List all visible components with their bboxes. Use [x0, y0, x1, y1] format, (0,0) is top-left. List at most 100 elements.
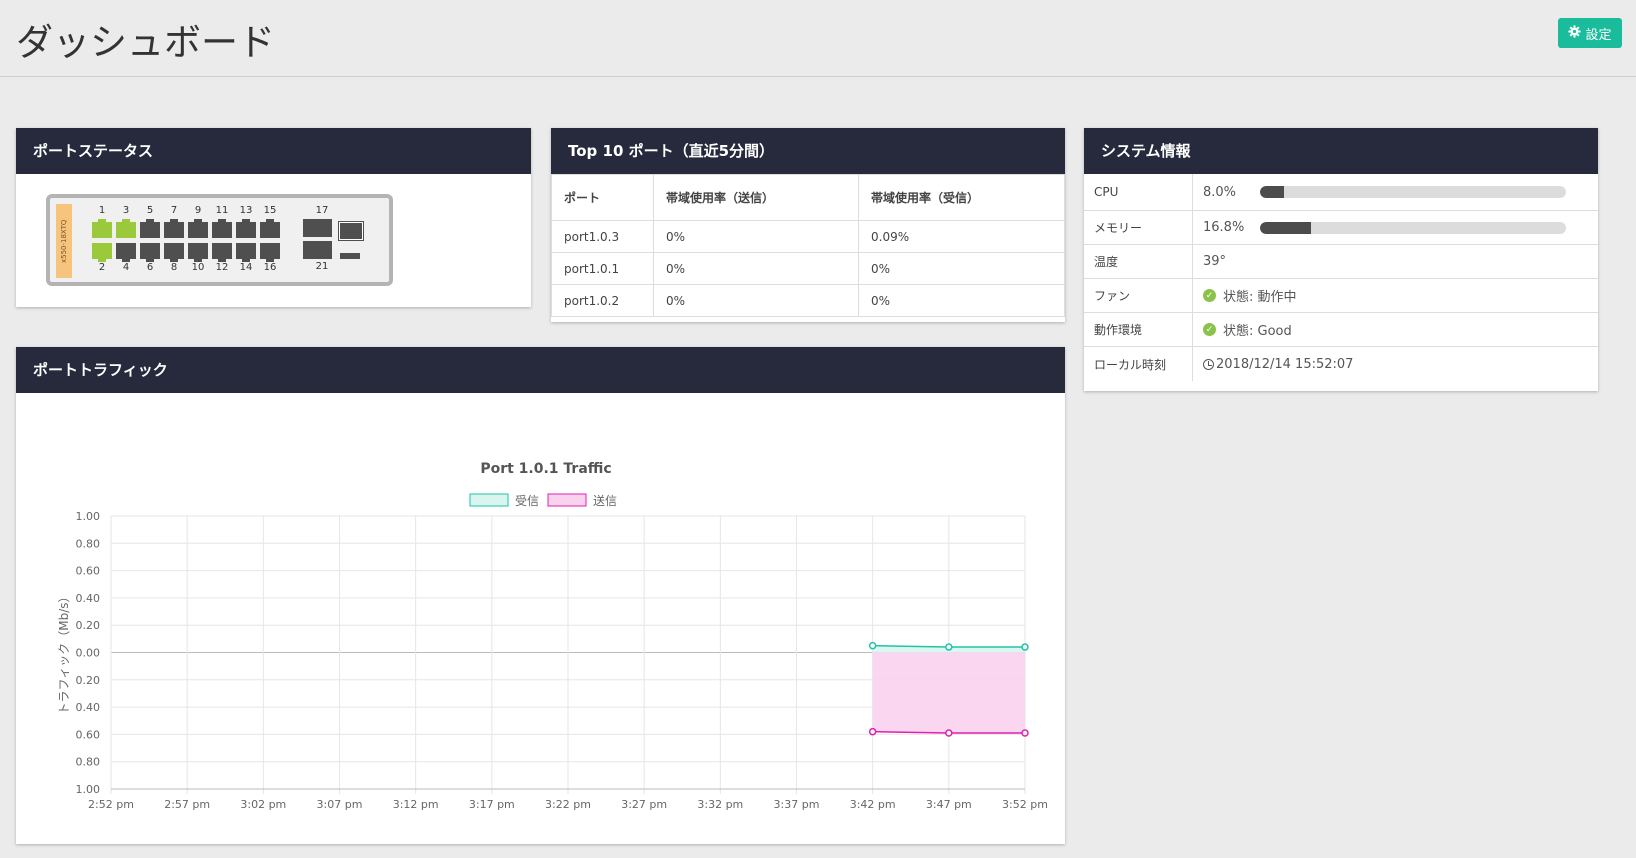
local-time-value: 2018/12/14 15:52:07	[1216, 356, 1354, 372]
top10-title: Top 10 ポート（直近5分間）	[551, 128, 1065, 174]
table-row: port1.0.3 0% 0.09%	[551, 220, 1065, 253]
environment-value-cell: ✓ 状態: Good	[1193, 313, 1598, 346]
port-9[interactable]	[188, 219, 208, 238]
port-10[interactable]	[188, 243, 208, 262]
data-point-0-1	[945, 643, 953, 651]
port-num-1: 1	[98, 205, 106, 216]
data-point-1-2	[1021, 729, 1029, 737]
x-tick-label: 3:02 pm	[240, 798, 286, 811]
switch-faceplate: x550-18XTQ 1 3 5 7 9 11 13 15 2 4 6 8 10 12 14 16 17 21	[46, 194, 393, 286]
y-tick-label: 1.00	[76, 510, 101, 523]
port-4[interactable]	[116, 243, 136, 262]
settings-button[interactable]: 設定	[1558, 18, 1622, 48]
check-circle-icon: ✓	[1203, 323, 1216, 336]
port-3[interactable]	[116, 219, 136, 238]
port-21[interactable]	[303, 241, 332, 259]
top10-panel: Top 10 ポート（直近5分間） ポート 帯域使用率（送信） 帯域使用率（受信…	[551, 128, 1065, 322]
top10-table: ポート 帯域使用率（送信） 帯域使用率（受信） port1.0.3 0% 0.0…	[551, 174, 1065, 317]
port-17[interactable]	[303, 219, 332, 237]
x-tick-label: 3:27 pm	[621, 798, 667, 811]
cell-tx: 0%	[653, 284, 859, 317]
memory-bar-fill	[1260, 222, 1312, 234]
page-title: ダッシュボード	[16, 21, 275, 64]
data-point-1-0	[868, 727, 877, 736]
port-7[interactable]	[164, 219, 184, 238]
port-num-4: 4	[122, 262, 130, 273]
y-tick-label: 0.80	[76, 537, 101, 550]
x-tick-label: 3:52 pm	[1002, 798, 1048, 811]
x-tick-label: 2:57 pm	[164, 798, 210, 811]
port-sfp-small[interactable]	[338, 221, 364, 241]
port-12[interactable]	[212, 243, 232, 262]
y-tick-label: 1.00	[76, 783, 101, 796]
data-point-1-1	[945, 729, 953, 737]
port-num-8: 8	[170, 262, 178, 273]
port-16[interactable]	[260, 243, 280, 262]
cpu-label: CPU	[1084, 174, 1193, 210]
cell-port: port1.0.2	[551, 284, 654, 317]
gear-icon	[1568, 24, 1582, 42]
port-11[interactable]	[212, 219, 232, 238]
cell-rx: 0.09%	[858, 220, 1065, 253]
port-num-11: 11	[215, 205, 229, 216]
local-time-value-cell: 2018/12/14 15:52:07	[1193, 347, 1598, 381]
x-tick-label: 3:12 pm	[393, 798, 439, 811]
cell-tx: 0%	[653, 220, 859, 253]
y-tick-label: 0.40	[76, 701, 101, 714]
system-info-title: システム情報	[1084, 128, 1598, 174]
x-tick-label: 3:37 pm	[774, 798, 820, 811]
local-time-row: ローカル時刻 2018/12/14 15:52:07	[1084, 347, 1598, 381]
memory-value: 16.8%	[1203, 220, 1245, 235]
y-tick-label: 0.60	[76, 728, 101, 741]
cpu-bar-fill	[1260, 186, 1285, 198]
port-15[interactable]	[260, 219, 280, 238]
system-info-panel: システム情報 CPU 8.0% メモリー 16.8% 温度 39° ファン ✓ …	[1084, 128, 1598, 391]
y-tick-label: 0.20	[76, 619, 101, 632]
x-tick-label: 3:42 pm	[850, 798, 896, 811]
port-status-panel: ポートステータス x550-18XTQ 1 3 5 7 9 11 13 15 2 4 6 8 10 12 1…	[16, 128, 531, 307]
x-tick-label: 3:32 pm	[697, 798, 743, 811]
table-row: port1.0.2 0% 0%	[551, 284, 1065, 317]
cell-tx: 0%	[653, 252, 859, 285]
port-6[interactable]	[140, 243, 160, 262]
port-status-title: ポートステータス	[16, 128, 531, 174]
port-8[interactable]	[164, 243, 184, 262]
port-1[interactable]	[92, 219, 112, 238]
port-2[interactable]	[92, 243, 112, 262]
port-num-13: 13	[239, 205, 253, 216]
y-tick-label: 0.40	[76, 592, 101, 605]
data-point-0-2	[1021, 643, 1029, 651]
cpu-value: 8.0%	[1203, 184, 1237, 200]
y-tick-label: 0.60	[76, 565, 101, 578]
port-num-21: 21	[315, 261, 329, 272]
temperature-label: 温度	[1084, 245, 1193, 278]
cell-rx: 0%	[858, 284, 1065, 317]
clock-icon	[1203, 358, 1214, 370]
data-point-0-0	[868, 641, 877, 650]
port-num-17: 17	[315, 205, 329, 216]
port-num-10: 10	[191, 262, 205, 273]
chart-title: Port 1.0.1 Traffic	[480, 461, 611, 477]
temperature-row: 温度 39°	[1084, 245, 1598, 279]
port-14[interactable]	[236, 243, 256, 262]
memory-value-cell: 16.8%	[1193, 211, 1598, 244]
port-13[interactable]	[236, 219, 256, 238]
legend-swatch-0	[469, 493, 509, 507]
environment-row: 動作環境 ✓ 状態: Good	[1084, 313, 1598, 347]
memory-bar	[1260, 222, 1566, 234]
temperature-value: 39°	[1203, 254, 1227, 269]
y-tick-label: 0.80	[76, 756, 101, 769]
column-header-tx: 帯域使用率（送信）	[653, 174, 859, 221]
port-5[interactable]	[140, 219, 160, 238]
port-num-12: 12	[215, 262, 229, 273]
port-num-16: 16	[263, 262, 277, 273]
y-axis-label: トラフィック（Mb/s）	[57, 590, 71, 714]
memory-label: メモリー	[1084, 211, 1193, 244]
legend-label-0: 受信	[515, 494, 539, 508]
port-num-6: 6	[146, 262, 154, 273]
y-tick-label: 0.20	[76, 674, 101, 687]
port-num-3: 3	[122, 205, 130, 216]
port-sfp-slot[interactable]	[340, 253, 360, 259]
fan-value-cell: ✓ 状態: 動作中	[1193, 279, 1598, 312]
port-traffic-title: ポートトラフィック	[16, 347, 1065, 393]
